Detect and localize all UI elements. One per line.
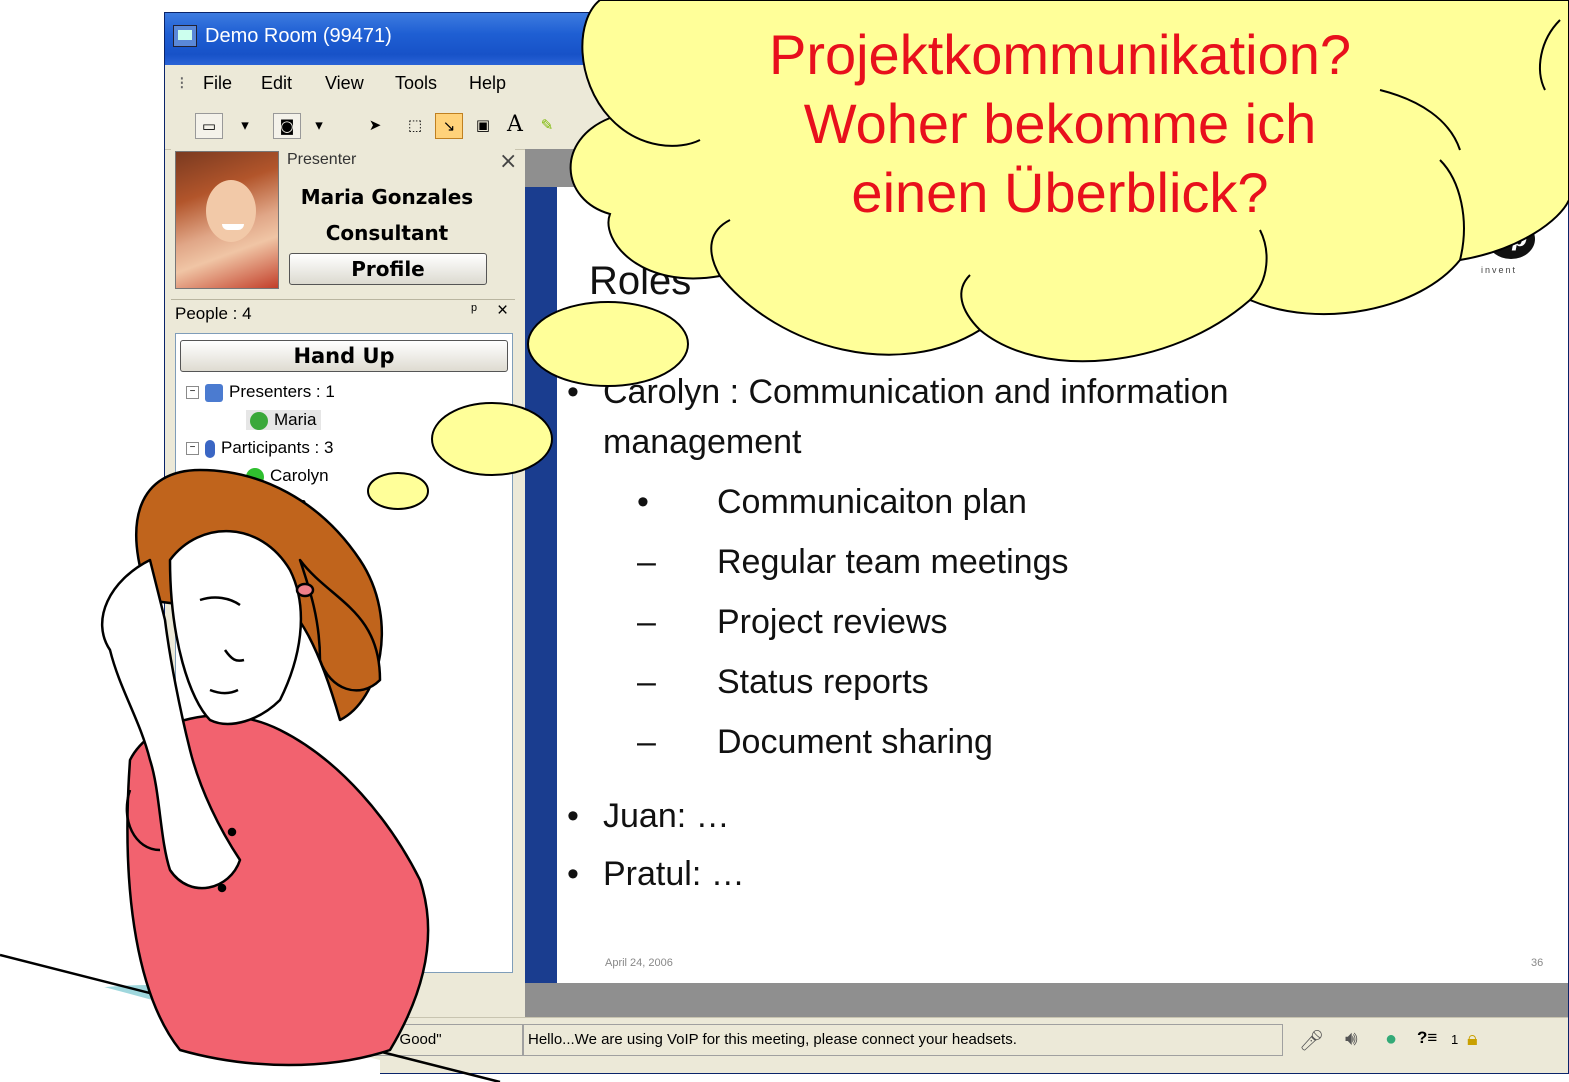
participant-name: Juan (270, 494, 307, 513)
menu-help[interactable]: Help (469, 73, 506, 94)
participants-group[interactable]: − Participants : 3 (186, 438, 333, 458)
text-tool-icon[interactable]: A (501, 113, 529, 139)
slide-bullet: Pratul: … (603, 855, 745, 893)
slide-bullet: Carolyn : Communication and information (603, 373, 1229, 411)
participant-status-icon[interactable]: ● (1385, 1028, 1397, 1051)
hp-logo: hp invent (1475, 211, 1551, 287)
hp-logo-mark: hp (1487, 219, 1535, 259)
highlighter-tool-icon[interactable]: ↘ (435, 113, 463, 139)
list-item[interactable]: Juan (246, 494, 307, 514)
dash-symbol: – (637, 723, 656, 761)
presenters-group-label: Presenters : 1 (229, 382, 335, 401)
select-tool-icon[interactable]: ⬚ (401, 113, 429, 139)
presenter-status-icon (250, 411, 268, 430)
app-icon (173, 25, 197, 47)
thought-line: Woher bekomme ich (803, 92, 1317, 155)
pen-tool-icon[interactable]: ✎ (533, 113, 561, 139)
dash-symbol: – (637, 543, 656, 581)
pin-icon[interactable]: ᵖ (471, 302, 477, 320)
presenters-group-icon (205, 383, 223, 402)
bullet-symbol: • (567, 373, 579, 411)
participant-name: Maria (274, 410, 317, 429)
question-queue-icon[interactable]: ?≡ (1417, 1028, 1437, 1048)
people-panel-header: People : 4 ᵖ × (171, 299, 515, 330)
hp-logo-tagline: invent (1481, 265, 1518, 275)
dash-symbol: – (637, 603, 656, 641)
presentation-slide: hp invent Roles • Carolyn : Communicatio… (557, 187, 1568, 983)
slide-date: April 24, 2006 (605, 957, 673, 969)
participant-name: Carolyn (270, 466, 329, 485)
dropdown-arrow-icon[interactable]: ▾ (231, 113, 259, 139)
menubar-grip: ⁝ (179, 73, 185, 93)
speaker-icon[interactable]: 🔊︎ (1345, 1028, 1358, 1051)
list-item[interactable]: Carolyn (246, 466, 329, 486)
slide-sub-bullet: Project reviews (717, 603, 948, 641)
slide-page-number: 36 (1531, 957, 1544, 969)
people-count: People : 4 (175, 304, 252, 323)
question-count: 1 (1451, 1032, 1459, 1047)
status-message: Hello...We are using VoIP for this meeti… (523, 1024, 1283, 1056)
thought-line: Projektkommunikation? (768, 23, 1352, 86)
connection-status: Connection: "Good" (305, 1024, 523, 1056)
presenter-label: Presenter (287, 151, 357, 168)
menu-edit[interactable]: Edit (261, 73, 292, 94)
slide-sub-bullet: Communicaiton plan (717, 483, 1027, 521)
window-title: Demo Room (99471) (205, 25, 392, 47)
close-icon[interactable]: × (497, 300, 508, 322)
bullet-symbol: • (567, 855, 579, 893)
thought-bubble-text: Projektkommunikation? Woher bekomme ich … (660, 20, 1460, 227)
slide-accent-bar (525, 187, 557, 983)
close-icon[interactable]: × (499, 149, 517, 174)
slide-footer-strip (525, 983, 1568, 1017)
hand-up-button[interactable]: Hand Up (180, 340, 508, 372)
participant-name: Pratul (270, 522, 315, 541)
participants-group-icon (205, 439, 215, 458)
slide-bullet: Juan: … (603, 797, 730, 835)
participants-group-label: Participants : 3 (221, 438, 334, 457)
lock-icon[interactable]: 🔒︎ (1467, 1028, 1478, 1051)
dropdown-arrow-icon[interactable]: ▾ (305, 113, 333, 139)
menu-tools[interactable]: Tools (395, 73, 437, 94)
share-screen-icon[interactable]: ▭ (195, 113, 223, 139)
microphone-icon[interactable]: 🎤︎ (1299, 1028, 1324, 1053)
thought-line: einen Überblick? (851, 161, 1269, 224)
menu-file[interactable]: File (203, 73, 232, 94)
menu-view[interactable]: View (325, 73, 364, 94)
presenter-role: Consultant (325, 221, 449, 245)
presenter-name: Maria Gonzales (300, 185, 474, 209)
slide-sub-bullet: Regular team meetings (717, 543, 1069, 581)
bullet-symbol: • (637, 483, 649, 521)
presenter-panel: Presenter × Maria Gonzales Consultant Pr… (171, 149, 517, 299)
dash-symbol: – (637, 663, 656, 701)
online-status-icon (246, 495, 264, 514)
note-tool-icon[interactable]: ▣ (469, 113, 497, 139)
profile-button[interactable]: Profile (289, 253, 487, 285)
collapse-icon[interactable]: − (186, 442, 199, 456)
presenters-group[interactable]: − Presenters : 1 (186, 382, 335, 402)
presenter-avatar (175, 151, 279, 289)
online-status-icon (246, 523, 264, 542)
slide-sub-bullet: Status reports (717, 663, 929, 701)
list-item[interactable]: Maria (246, 410, 321, 430)
collapse-icon[interactable]: − (186, 386, 199, 400)
status-bar: Connection: "Good" Hello...We are using … (165, 1017, 1568, 1064)
slide-sub-bullet: Document sharing (717, 723, 993, 761)
slide-bullet-continued: management (603, 423, 802, 461)
online-status-icon (246, 467, 264, 486)
bullet-symbol: • (567, 797, 579, 835)
pointer-icon[interactable]: ➤ (361, 113, 389, 139)
slide-title: Roles (589, 259, 692, 303)
camera-icon[interactable]: ◙ (273, 113, 301, 139)
people-list: Hand Up − Presenters : 1 Maria − Participa… (175, 333, 513, 973)
list-item[interactable]: Pratul (246, 522, 314, 542)
